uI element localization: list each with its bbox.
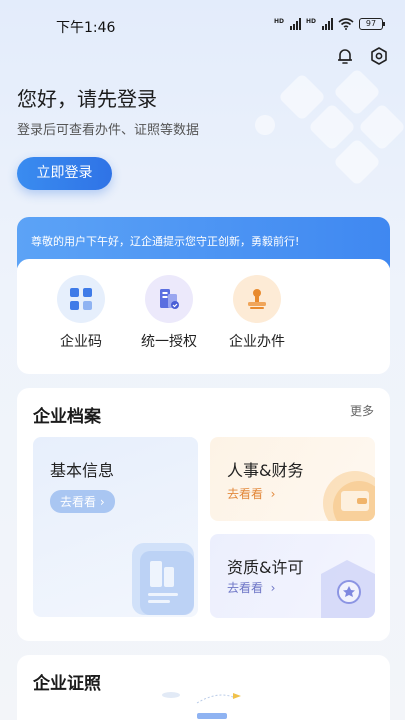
go-see-button[interactable]: 去看看 › [50, 490, 115, 513]
top-actions [335, 46, 389, 66]
enterprise-archive-card: 企业档案 更多 基本信息 去看看 › 人事&财务 去看看 › 资质&许可 去看看… [17, 388, 390, 641]
quick-actions: 企业码 统一授权 企业办件 [17, 259, 390, 374]
page-title: 您好，请先登录 [17, 87, 157, 111]
qrcode-icon [57, 275, 105, 323]
signal-icon [289, 18, 301, 30]
battery-icon: 97 [359, 18, 385, 30]
go-see-link[interactable]: 去看看 › [227, 579, 275, 596]
empty-illustration [162, 692, 241, 719]
wallet-icon [323, 471, 375, 521]
building-icon [132, 543, 194, 615]
more-link[interactable]: 更多 [350, 402, 374, 419]
quick-actions-card: 尊敬的用户下午好，辽企通提示您守正创新，勇毅前行! 企业码 统一授权 企业办件 [17, 217, 390, 374]
quick-item-label: 企业码 [60, 334, 102, 350]
enterprise-certificates-card: 企业证照 [17, 655, 390, 720]
bell-icon[interactable] [335, 46, 355, 66]
quick-item-enterprise-affairs[interactable]: 企业办件 [213, 259, 301, 374]
wifi-icon [338, 18, 354, 30]
status-time: 下午1:46 [56, 20, 116, 36]
quick-item-enterprise-code[interactable]: 企业码 [37, 259, 125, 374]
signal-icon [322, 18, 333, 30]
login-button[interactable]: 立即登录 [17, 157, 112, 190]
tile-hr-finance[interactable]: 人事&财务 去看看 › [210, 437, 375, 521]
stamp-icon [233, 275, 281, 323]
status-icons: HD HD 97 [274, 18, 385, 30]
tile-title: 人事&财务 [227, 461, 304, 480]
page-subtitle: 登录后可查看办件、证照等数据 [17, 123, 200, 138]
tile-title: 基本信息 [50, 461, 115, 480]
quick-item-authorization[interactable]: 统一授权 [125, 259, 213, 374]
go-see-link[interactable]: 去看看 › [227, 485, 275, 502]
quick-item-label: 企业办件 [229, 334, 285, 350]
decorative-pattern [255, 70, 404, 184]
tile-basic-info[interactable]: 基本信息 去看看 › [33, 437, 198, 617]
certificate-icon [321, 560, 375, 618]
certificates-title: 企业证照 [33, 674, 101, 694]
tile-title: 资质&许可 [227, 558, 304, 577]
quick-item-label: 统一授权 [141, 334, 197, 350]
archive-title: 企业档案 [33, 407, 101, 427]
tile-qualification-license[interactable]: 资质&许可 去看看 › [210, 534, 375, 618]
settings-icon[interactable] [369, 46, 389, 66]
status-bar: 下午1:46 HD HD 97 [0, 0, 405, 44]
authorization-icon [145, 275, 193, 323]
